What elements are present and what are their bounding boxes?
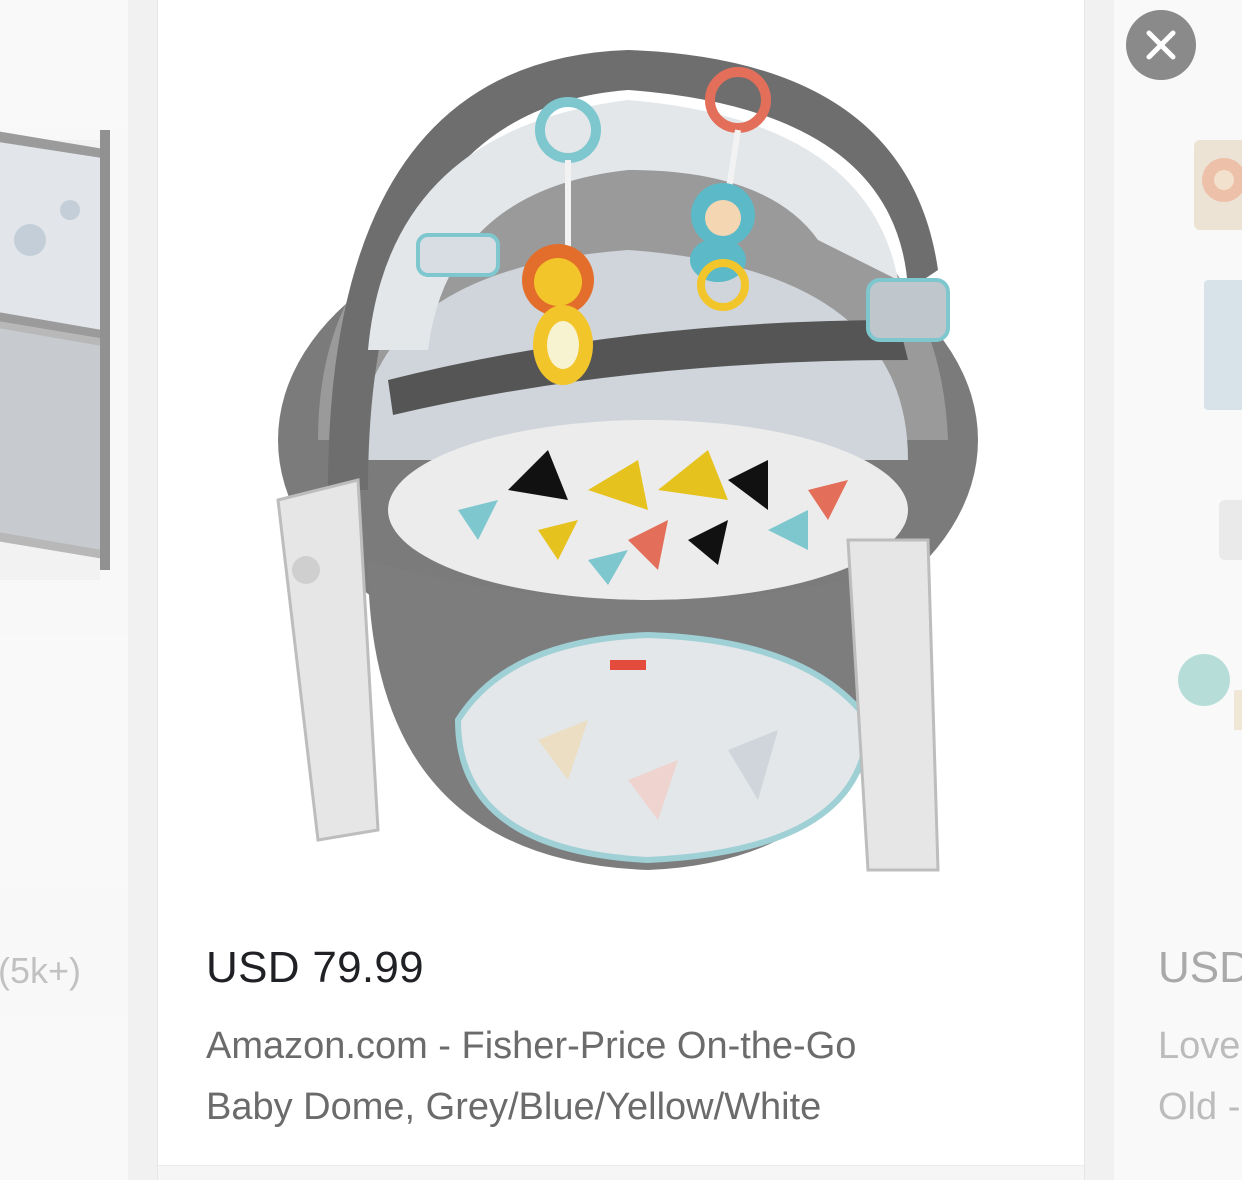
result-card-next[interactable]: USD Love Old -: [1114, 0, 1242, 1180]
product-title-next-line-1: Love: [1158, 1025, 1241, 1067]
product-title[interactable]: Amazon.com - Fisher-Price On-the-Go Baby…: [206, 1016, 1046, 1138]
rating-count: (5k+): [0, 950, 82, 991]
result-card-selected[interactable]: USD 79.99 Amazon.com - Fisher-Price On-t…: [158, 0, 1084, 1180]
image-viewer: (5k+) USD 79.99 Amazon.com - Fisher-Pric…: [0, 0, 1242, 1180]
result-card-previous[interactable]: (5k+): [0, 0, 128, 1180]
close-icon: [1146, 30, 1176, 60]
product-image-playard: [0, 130, 110, 580]
product-title-line-1: Amazon.com - Fisher-Price On-the-Go: [206, 1025, 857, 1067]
card-bottom-divider: [158, 1165, 1084, 1180]
product-image-baby-dome[interactable]: [208, 20, 1048, 900]
product-title-line-2: Baby Dome, Grey/Blue/Yellow/White: [206, 1086, 822, 1128]
product-price: USD 79.99: [206, 943, 424, 992]
product-title-next-line-2: Old -: [1158, 1086, 1241, 1128]
product-image-toys: [1178, 140, 1242, 730]
product-title-next: Love Old -: [1158, 1016, 1240, 1138]
close-button[interactable]: [1126, 10, 1196, 80]
product-price-next: USD: [1158, 943, 1242, 992]
